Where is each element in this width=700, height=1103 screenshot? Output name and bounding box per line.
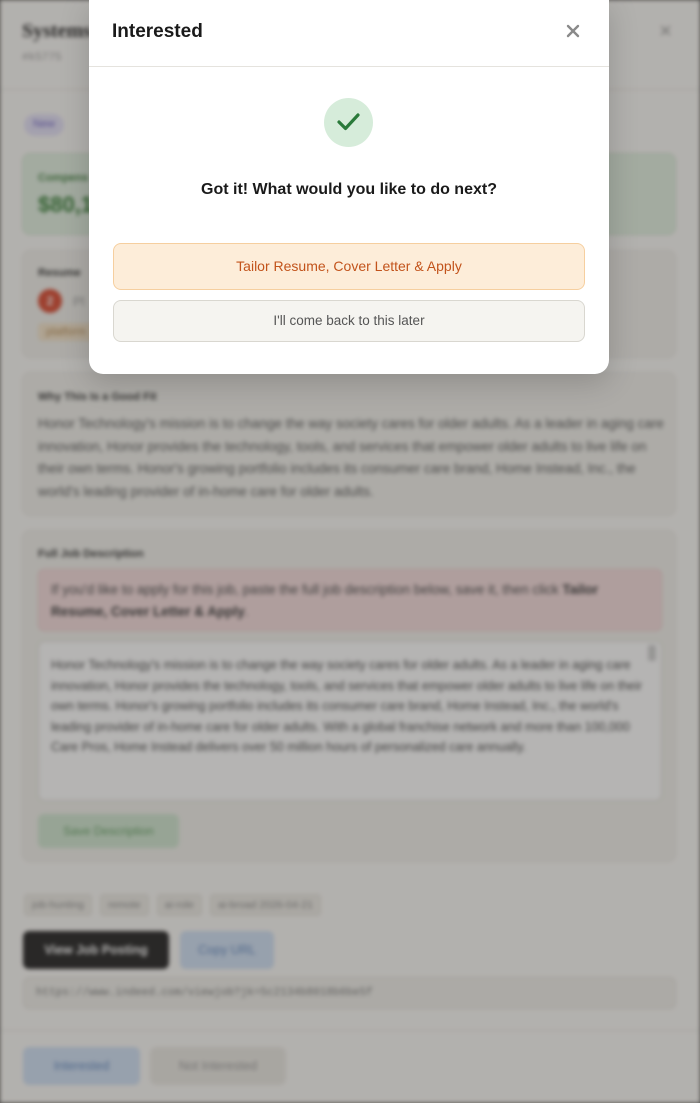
- checkmark-icon: [337, 113, 360, 131]
- interested-dialog: Interested Got it! What would you like t…: [89, 0, 609, 374]
- dialog-question: Got it! What would you like to do next?: [201, 181, 497, 198]
- dialog-header: Interested: [89, 0, 609, 67]
- success-badge: [324, 98, 373, 147]
- dialog-title: Interested: [112, 21, 203, 42]
- close-icon[interactable]: [562, 20, 584, 42]
- come-back-later-button[interactable]: I'll come back to this later: [113, 300, 585, 342]
- tailor-resume-apply-button[interactable]: Tailor Resume, Cover Letter & Apply: [113, 243, 585, 290]
